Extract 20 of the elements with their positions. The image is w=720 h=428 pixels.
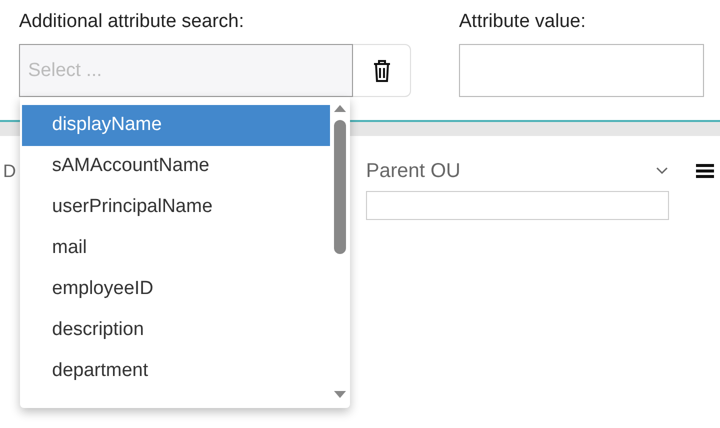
dropdown-option[interactable]: displayName xyxy=(22,105,330,146)
column-header[interactable]: Parent OU xyxy=(366,156,460,186)
dropdown-option[interactable]: department xyxy=(22,351,330,392)
field-label: Attribute value: xyxy=(459,10,587,34)
trash-icon xyxy=(372,58,392,82)
dropdown-option[interactable]: mail xyxy=(22,228,330,269)
menu-icon[interactable] xyxy=(696,164,714,178)
search-field[interactable]: Select ... xyxy=(19,44,353,97)
dropdown-option[interactable]: userPrincipalName xyxy=(22,187,330,228)
scroll-down-icon[interactable] xyxy=(334,391,346,398)
dropdown-option[interactable]: employeeID xyxy=(22,269,330,310)
dropdown-option[interactable]: sAMAccountName xyxy=(22,146,330,187)
dropdown-option[interactable]: description xyxy=(22,310,330,351)
delete-button[interactable] xyxy=(353,44,411,97)
attribute-value-field[interactable] xyxy=(459,44,704,97)
chevron-down-icon[interactable] xyxy=(656,167,668,175)
scroll-up-icon[interactable] xyxy=(334,105,346,112)
column-header[interactable]: D xyxy=(3,156,16,186)
field-label: Additional attribute search: xyxy=(19,10,245,34)
filter-field[interactable] xyxy=(366,191,669,220)
